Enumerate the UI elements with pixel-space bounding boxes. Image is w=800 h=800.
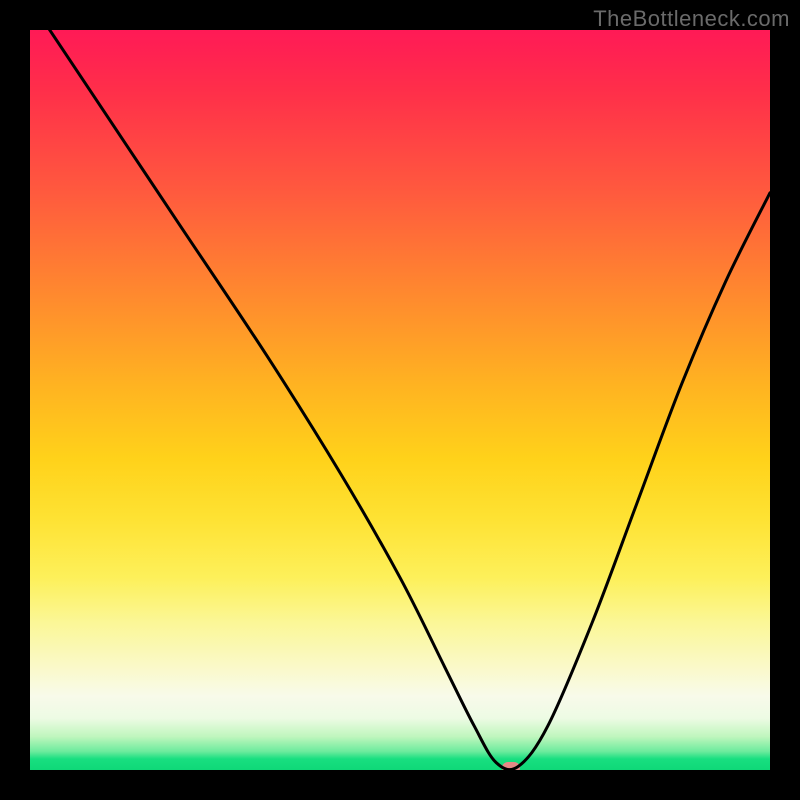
chart-frame: TheBottleneck.com bbox=[0, 0, 800, 800]
watermark-text: TheBottleneck.com bbox=[593, 6, 790, 32]
bottleneck-curve bbox=[30, 30, 770, 770]
plot-area bbox=[30, 30, 770, 770]
bottleneck-curve-path bbox=[30, 30, 770, 770]
